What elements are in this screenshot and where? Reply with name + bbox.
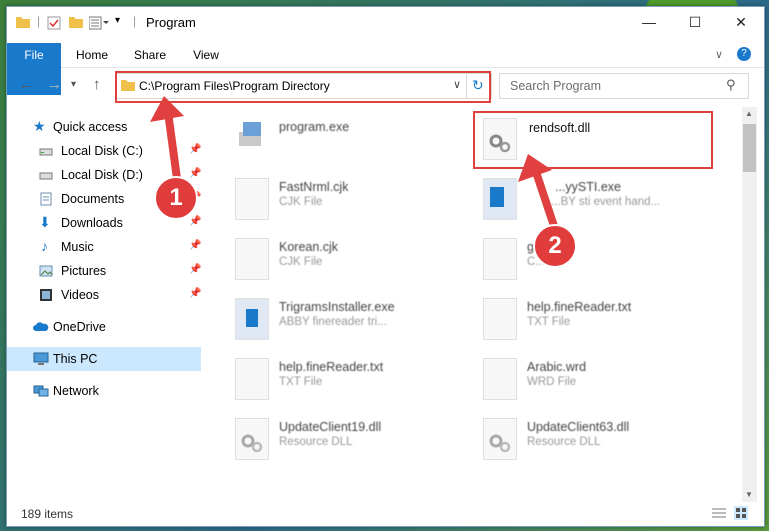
annotation-arrows bbox=[150, 96, 560, 234]
step-badge-2: 2 bbox=[533, 224, 577, 268]
arrow-1 bbox=[164, 111, 182, 187]
arrow-1-head bbox=[150, 96, 184, 122]
step-badge-1: 1 bbox=[154, 176, 198, 220]
arrow-2 bbox=[532, 170, 560, 234]
